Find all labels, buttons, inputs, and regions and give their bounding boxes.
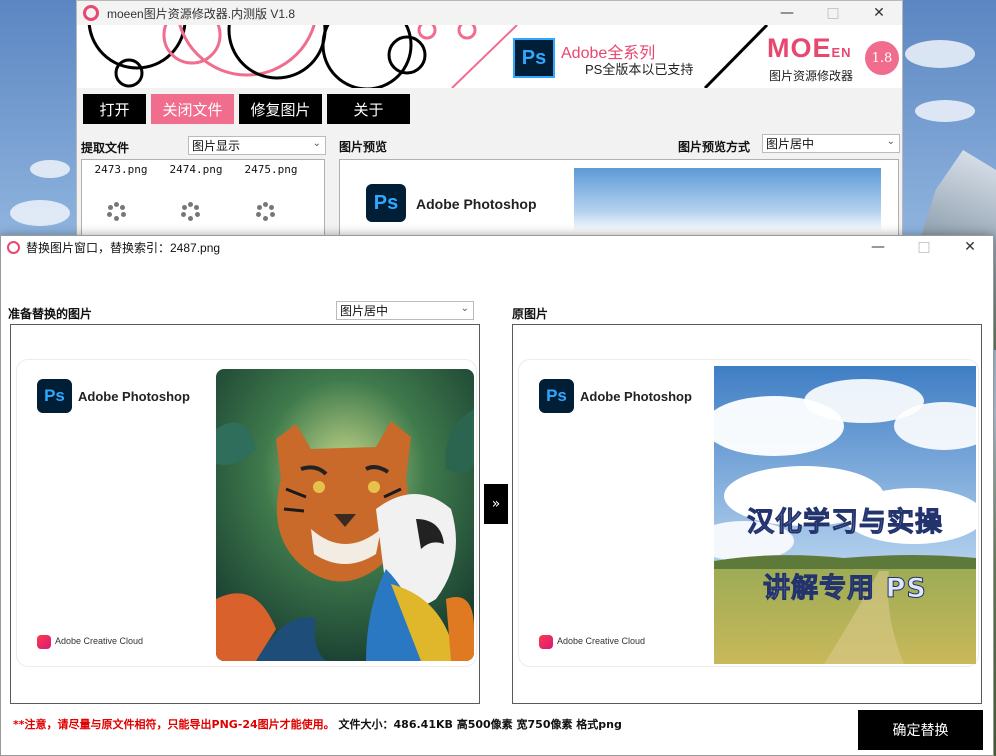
- overlay-text-line2: 讲解专用 PS: [763, 573, 927, 605]
- confirm-replace-button[interactable]: 确定替换: [858, 710, 983, 750]
- preview-mode-label: 图片预览方式: [678, 140, 751, 154]
- repair-image-button[interactable]: 修复图片: [239, 94, 322, 124]
- ps-logo-icon: Ps: [539, 379, 574, 413]
- warning-text: **注意，请尽量与原文件相符，只能导出PNG-24图片才能使用。: [13, 718, 335, 731]
- preview-mode-select[interactable]: 图片居中 ⌄: [762, 134, 900, 153]
- replacement-image-label: 准备替换的图片: [8, 307, 93, 321]
- minimize-button[interactable]: —: [855, 235, 901, 259]
- chevron-down-icon: ⌄: [460, 303, 469, 314]
- chevron-down-icon: ⌄: [886, 136, 895, 147]
- close-file-button[interactable]: 关闭文件: [151, 94, 234, 124]
- product-name: Adobe Photoshop: [416, 196, 537, 212]
- creative-cloud-label: Adobe Creative Cloud: [557, 636, 646, 646]
- preview-sky-image: [574, 168, 881, 235]
- replace-arrow-button[interactable]: »: [484, 484, 508, 524]
- file-list[interactable]: 2473.png 2474.png 2475.png: [81, 159, 325, 235]
- app-banner: Ps Adobe全系列 PS全版本以已支持 MOEEN 图片资源修改器 1.8: [77, 25, 902, 88]
- banner-subheading: PS全版本以已支持: [585, 62, 694, 77]
- close-button[interactable]: ✕: [856, 1, 902, 25]
- image-preview-label: 图片预览: [339, 140, 388, 154]
- app-logo-icon: [7, 240, 20, 254]
- brand-logo: MOEEN: [767, 33, 852, 63]
- image-preview-area: Ps Adobe Photoshop: [339, 159, 899, 235]
- version-badge: 1.8: [865, 41, 899, 75]
- dialog-title: 替换图片窗口，替换索引：2487.png: [26, 240, 221, 255]
- replace-image-dialog: 替换图片窗口，替换索引：2487.png — □ ✕ 准备替换的图片 图片居中 ⌄…: [0, 235, 994, 756]
- loading-spinner-icon: [107, 202, 127, 222]
- chevron-down-icon: ⌄: [312, 138, 321, 149]
- maximize-button[interactable]: □: [901, 235, 947, 259]
- main-window: moeen图片资源修改器.内测版 V1.8 — □ ✕ Ps Adobe全系列 …: [76, 0, 903, 236]
- sky-field-artwork: 汉化学习与实操 讲解专用 PS: [714, 366, 976, 664]
- original-image-label: 原图片: [512, 307, 549, 321]
- replacement-image-panel: Ps Adobe Photoshop Adobe Creative Cloud: [10, 324, 480, 704]
- creative-cloud-icon: [37, 635, 51, 649]
- main-titlebar: moeen图片资源修改器.内测版 V1.8 — □ ✕: [77, 1, 902, 25]
- file-item[interactable]: 2473.png: [86, 163, 156, 176]
- extract-files-label: 提取文件: [81, 141, 130, 155]
- maximize-button[interactable]: □: [810, 1, 856, 25]
- loading-spinner-icon: [181, 202, 201, 222]
- main-window-title: moeen图片资源修改器.内测版 V1.8: [107, 6, 296, 21]
- ps-badge-icon: Ps: [513, 38, 555, 78]
- ps-logo-icon: Ps: [37, 379, 72, 413]
- creative-cloud-icon: [539, 635, 553, 649]
- dialog-titlebar: 替换图片窗口，替换索引：2487.png — □ ✕: [1, 236, 993, 258]
- footer-note: **注意，请尽量与原文件相符，只能导出PNG-24图片才能使用。 文件大小：48…: [13, 716, 622, 732]
- main-toolbar: 打开 关闭文件 修复图片 关于: [83, 94, 410, 124]
- original-image-panel: Ps Adobe Photoshop Adobe Creative Cloud: [512, 324, 982, 704]
- file-info-text: 文件大小：486.41KB 高500像素 宽750像素 格式png: [338, 718, 622, 731]
- file-item[interactable]: 2475.png: [236, 163, 306, 176]
- overlay-text-line1: 汉化学习与实操: [747, 507, 943, 539]
- ps-logo-icon: Ps: [366, 184, 406, 222]
- loading-spinner-icon: [256, 202, 276, 222]
- display-mode-select[interactable]: 图片显示 ⌄: [188, 136, 326, 155]
- image-align-select[interactable]: 图片居中 ⌄: [336, 301, 474, 320]
- tiger-parrot-artwork: [216, 369, 474, 661]
- app-logo-icon: [83, 5, 99, 21]
- product-name: Adobe Photoshop: [580, 389, 692, 404]
- splash-card: Ps Adobe Photoshop Adobe Creative Cloud: [16, 359, 477, 667]
- open-button[interactable]: 打开: [83, 94, 146, 124]
- brand-subtitle: 图片资源修改器: [769, 69, 854, 83]
- file-item[interactable]: 2474.png: [161, 163, 231, 176]
- minimize-button[interactable]: —: [764, 1, 810, 25]
- about-button[interactable]: 关于: [327, 94, 410, 124]
- splash-card: Ps Adobe Photoshop Adobe Creative Cloud: [518, 359, 979, 667]
- close-button[interactable]: ✕: [947, 235, 993, 259]
- product-name: Adobe Photoshop: [78, 389, 190, 404]
- creative-cloud-label: Adobe Creative Cloud: [55, 636, 144, 646]
